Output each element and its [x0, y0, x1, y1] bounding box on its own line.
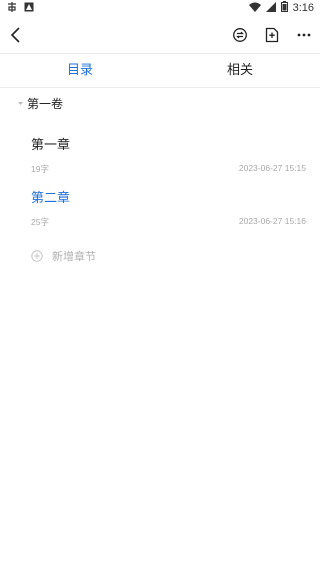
add-file-button[interactable]	[260, 23, 284, 47]
add-file-icon	[265, 27, 279, 43]
chapter-timestamp: 2023-06-27 15:15	[238, 163, 306, 173]
app-icon	[6, 1, 18, 16]
status-time: 3:16	[292, 2, 314, 14]
add-chapter-button[interactable]: 新增章节	[31, 248, 96, 264]
status-bar: 3:16	[0, 0, 320, 16]
wifi-icon	[248, 2, 261, 15]
add-circle-icon	[31, 250, 43, 262]
more-icon	[297, 33, 311, 37]
volume-title: 第一卷	[27, 97, 64, 111]
notification-icon	[24, 2, 34, 15]
back-icon	[10, 27, 20, 43]
chapter-title: 第一章	[31, 138, 71, 153]
tab-related[interactable]: 相关	[160, 54, 320, 87]
expand-arrow-icon	[18, 102, 23, 105]
toolbar	[0, 17, 320, 53]
add-chapter-label: 新增章节	[52, 250, 96, 263]
chapter-item[interactable]: 第一章 19字 2023-06-27 15:15	[31, 134, 306, 175]
chapter-word-count: 19字	[31, 164, 49, 174]
tab-catalog[interactable]: 目录	[0, 54, 160, 87]
signal-icon	[265, 1, 276, 15]
chapter-word-count: 25字	[31, 217, 49, 227]
chapter-title: 第二章	[31, 191, 71, 206]
back-button[interactable]	[4, 23, 28, 47]
chapter-item[interactable]: 第二章 25字 2023-06-27 15:16	[31, 187, 306, 228]
chapter-timestamp: 2023-06-27 15:16	[238, 216, 306, 226]
sync-button[interactable]	[228, 23, 252, 47]
more-button[interactable]	[292, 23, 316, 47]
volume-item[interactable]: 第一卷	[18, 95, 63, 112]
sync-icon	[233, 28, 247, 42]
battery-icon	[280, 1, 288, 15]
tab-bar: 目录 相关	[0, 53, 320, 88]
